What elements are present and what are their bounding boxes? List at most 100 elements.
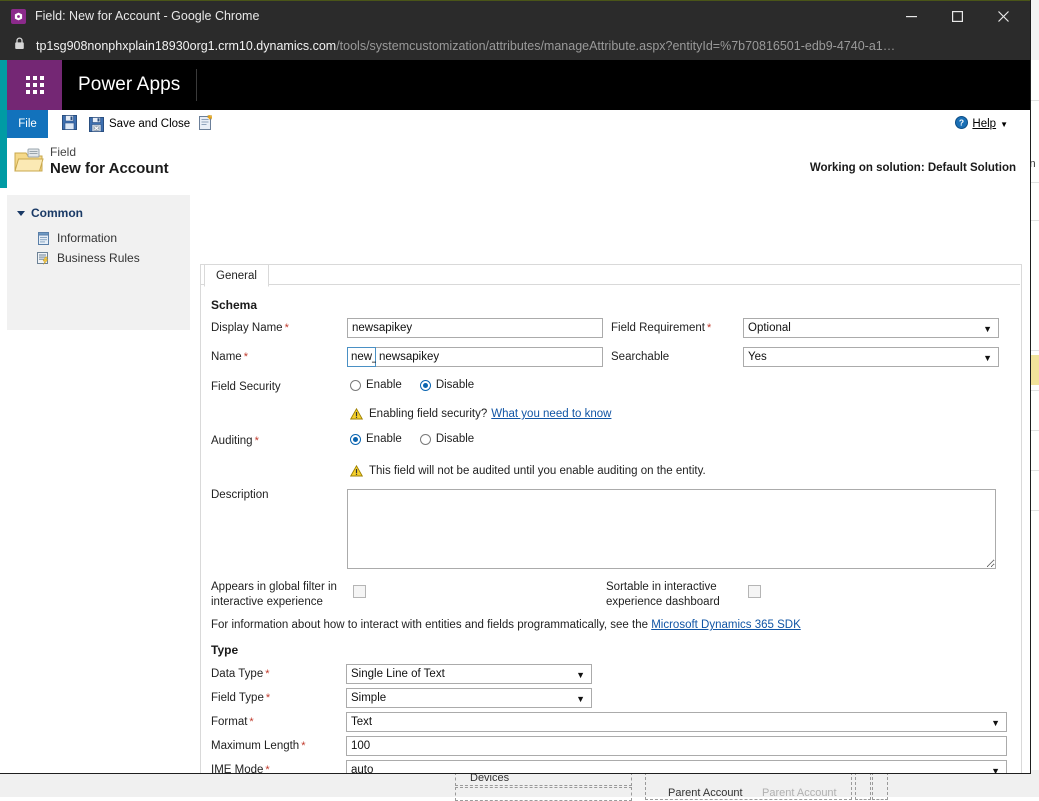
powerapps-topbar: Power Apps: [0, 60, 1030, 110]
save-and-close-label: Save and Close: [109, 118, 191, 130]
searchable-select[interactable]: Yes ▼: [743, 347, 999, 367]
field-security-warning-link[interactable]: What you need to know: [491, 408, 611, 420]
browser-titlebar: Field: New for Account - Google Chrome: [0, 0, 1030, 32]
solution-context-label: Working on solution: Default Solution: [809, 162, 1016, 174]
auditing-warning-text: This field will not be audited until you…: [369, 465, 706, 477]
chevron-down-icon: ▼: [991, 766, 1000, 773]
powerapps-title[interactable]: Power Apps: [78, 60, 180, 110]
page-title: New for Account: [50, 160, 169, 177]
expand-triangle-icon: [17, 211, 25, 216]
tab-general[interactable]: General: [204, 264, 269, 287]
url-text[interactable]: tp1sg908nonphxplain18930org1.crm10.dynam…: [36, 39, 895, 53]
ime-mode-label: IME Mode *: [211, 764, 270, 773]
field-type-select[interactable]: Simple ▼: [346, 688, 592, 708]
minimize-button[interactable]: [888, 0, 934, 32]
browser-address-bar[interactable]: tp1sg908nonphxplain18930org1.crm10.dynam…: [0, 32, 1030, 60]
chevron-down-icon: ▼: [991, 718, 1000, 728]
auditing-disable-label: Disable: [435, 433, 475, 445]
maximize-button[interactable]: [934, 0, 980, 32]
global-filter-checkbox[interactable]: [353, 585, 366, 598]
searchable-label: Searchable: [611, 351, 670, 363]
format-label: Format *: [211, 716, 254, 728]
data-type-select[interactable]: Single Line of Text ▼: [346, 664, 592, 684]
topbar-divider: [196, 69, 197, 101]
maximum-length-label: Maximum Length *: [211, 740, 306, 752]
global-filter-label-line2: interactive experience: [211, 596, 323, 608]
field-security-warning-text: Enabling field security?: [369, 408, 488, 420]
global-filter-label-line1: Appears in global filter in: [211, 581, 337, 593]
record-header: Field New for Account Working on solutio…: [0, 138, 1030, 188]
maximum-length-input[interactable]: [346, 736, 1007, 756]
schema-section-heading: Schema: [211, 298, 258, 312]
sidebar-item-label: Information: [57, 231, 118, 245]
radio-icon: [350, 379, 361, 391]
teal-accent-strip: [0, 60, 7, 110]
sdk-note-text: For information about how to interact wi…: [211, 619, 648, 631]
save-button[interactable]: [62, 110, 77, 138]
chevron-down-icon: ▼: [576, 694, 585, 704]
field-security-enable-option[interactable]: Enable: [350, 379, 402, 391]
svg-text:?: ?: [959, 118, 964, 128]
save-icon: [62, 115, 77, 133]
auditing-enable-option[interactable]: Enable: [350, 433, 402, 445]
field-type-label: Field Type *: [211, 692, 271, 704]
field-security-radio-group[interactable]: Enable Disable: [350, 379, 492, 391]
sdk-note-link[interactable]: Microsoft Dynamics 365 SDK: [651, 619, 801, 631]
display-name-label: Display Name *: [211, 322, 289, 334]
save-and-close-button[interactable]: Save and Close: [89, 110, 190, 138]
sidebar-item-label: Business Rules: [57, 251, 140, 265]
name-prefix: new_: [347, 347, 379, 367]
type-section-heading: Type: [211, 643, 239, 657]
warning-icon: [350, 465, 363, 477]
left-gutter: [7, 330, 190, 773]
file-tab[interactable]: File: [7, 110, 48, 138]
left-navigation: Common Information Business Rules: [7, 195, 190, 330]
waffle-icon[interactable]: [7, 60, 62, 110]
page-viewport: Power Apps File Save and Close ? Help ▼ …: [0, 60, 1030, 773]
name-label: Name *: [211, 351, 248, 363]
information-icon: [37, 231, 50, 245]
new-field-icon: [199, 115, 214, 133]
power-apps-favicon: [11, 8, 26, 24]
field-requirement-label: Field Requirement *: [611, 322, 712, 334]
name-field-group[interactable]: new_ newsapikey: [347, 347, 603, 367]
auditing-label: Auditing *: [211, 435, 259, 447]
display-name-input[interactable]: [347, 318, 603, 338]
lock-icon: [14, 37, 25, 55]
format-select[interactable]: Text ▼: [346, 712, 1007, 732]
auditing-radio-group[interactable]: Enable Disable: [350, 433, 492, 445]
description-label: Description: [211, 489, 269, 501]
chevron-down-icon: ▼: [576, 670, 585, 680]
name-input[interactable]: newsapikey: [376, 347, 603, 367]
background-parent-account-placeholder: Parent Account: [762, 787, 837, 799]
chevron-down-icon: ▼: [983, 353, 992, 363]
field-requirement-value: Optional: [748, 322, 791, 334]
new-field-button[interactable]: [199, 110, 214, 138]
ime-mode-select[interactable]: auto ▼: [346, 760, 1007, 773]
radio-icon-selected: [419, 379, 431, 391]
nav-group-common[interactable]: Common: [17, 206, 83, 220]
close-button[interactable]: [980, 0, 1026, 32]
searchable-value: Yes: [748, 351, 767, 363]
format-value: Text: [351, 716, 373, 728]
radio-icon-selected: [350, 433, 361, 445]
background-devices-label: Devices: [470, 772, 510, 784]
sortable-checkbox[interactable]: [748, 585, 761, 598]
auditing-disable-option[interactable]: Disable: [419, 433, 475, 445]
field-security-disable-label: Disable: [435, 379, 475, 391]
help-button[interactable]: ? Help ▼: [955, 110, 1008, 138]
description-textarea[interactable]: [347, 489, 996, 569]
data-type-value: Single Line of Text: [351, 668, 445, 680]
sortable-label-line1: Sortable in interactive: [606, 581, 717, 593]
browser-window: Field: New for Account - Google Chrome t…: [0, 0, 1030, 773]
field-requirement-select[interactable]: Optional ▼: [743, 318, 999, 338]
browser-tab-title: Field: New for Account - Google Chrome: [35, 9, 260, 23]
field-security-disable-option[interactable]: Disable: [419, 379, 475, 391]
save-and-close-icon: [89, 116, 104, 132]
field-type-value: Simple: [351, 692, 387, 704]
warning-icon: [350, 408, 363, 420]
auditing-enable-label: Enable: [366, 433, 402, 445]
sidebar-item-information[interactable]: Information: [37, 229, 117, 247]
sidebar-item-business-rules[interactable]: Business Rules: [37, 249, 140, 267]
background-bottom-panel: Devices Parent Account Parent Account: [0, 770, 1039, 801]
